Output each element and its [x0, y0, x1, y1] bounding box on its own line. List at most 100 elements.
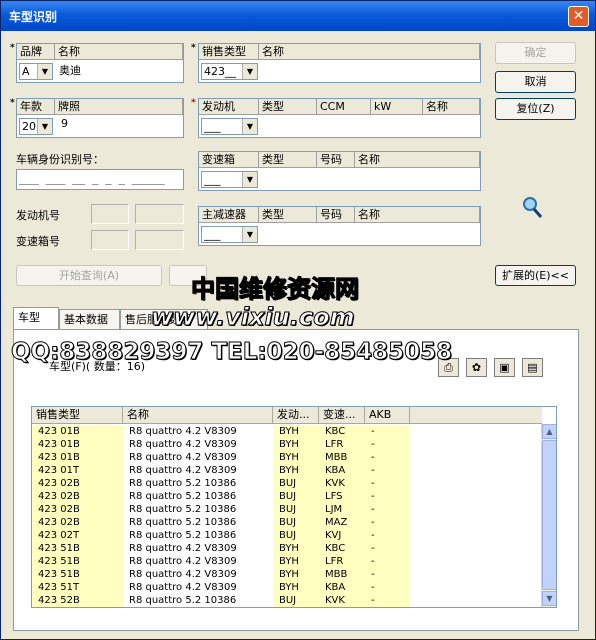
table-cell: MBB — [319, 568, 365, 581]
table-cell: BUJ — [273, 594, 319, 607]
title-bar[interactable]: 车型识别 ✕ — [1, 1, 595, 31]
table-cell: - — [365, 477, 410, 490]
table-row[interactable]: 423 52B R8 quattro 5.2 10386 BUJ KVK - — [32, 594, 542, 607]
table-cell: 423 51T — [32, 581, 123, 594]
column-header-name[interactable]: 名称 — [123, 407, 273, 424]
vin-input[interactable]: ___ ___ __ _ _ _ _____ — [16, 169, 184, 190]
table-row[interactable]: 423 51B R8 quattro 4.2 V8309 BYH KBC - — [32, 542, 542, 555]
table-cell: - — [365, 516, 410, 529]
export-icon[interactable]: ▣ — [494, 358, 515, 377]
scroll-up-icon[interactable]: ▲ — [542, 424, 556, 439]
engine-type-col-header: 类型 — [259, 99, 317, 115]
cancel-button[interactable]: 取消 — [495, 71, 576, 93]
confirm-button[interactable]: 确定 — [495, 42, 576, 64]
table-cell: - — [365, 594, 410, 607]
final-drive-col-header: 主减速器 — [199, 207, 259, 223]
table-cell: 423 51B — [32, 542, 123, 555]
brand-select[interactable]: A ▼ — [19, 63, 53, 80]
table-row[interactable]: 423 01B R8 quattro 4.2 V8309 BYH MBB - — [32, 451, 542, 464]
final-drive-select[interactable]: ___ ▼ — [201, 226, 258, 243]
table-row[interactable]: 423 02B R8 quattro 5.2 10386 BUJ LFS - — [32, 490, 542, 503]
column-header-gearbox[interactable]: 变速... — [319, 407, 365, 424]
table-row[interactable]: 423 02T R8 quattro 5.2 10386 BUJ KVJ - — [32, 529, 542, 542]
chevron-down-icon[interactable]: ▼ — [242, 64, 257, 79]
plate-value[interactable]: 9 — [61, 117, 68, 130]
tab-vehicle[interactable]: 车型 — [13, 307, 59, 329]
watermark-line-1: 中国维修资源网 — [191, 275, 360, 304]
table-cell: R8 quattro 5.2 10386 — [129, 491, 237, 502]
table-cell: R8 quattro 4.2 V8309 — [129, 439, 237, 450]
final-drive-number-col-header: 号码 — [317, 207, 355, 223]
vehicle-identification-dialog: 车型识别 ✕ * 品牌 名称 A ▼ 奥迪 * 销售类型 名称 423__ ▼ … — [0, 0, 596, 640]
table-cell: R8 quattro 5.2 10386 — [129, 504, 237, 515]
table-cell: R8 quattro 4.2 V8309 — [129, 452, 237, 463]
gearbox-type-col-header: 类型 — [259, 152, 317, 168]
chevron-down-icon[interactable]: ▼ — [37, 64, 52, 79]
table-row[interactable]: 423 01T R8 quattro 4.2 V8309 BYH KBA - — [32, 464, 542, 477]
table-cell: 423 02B — [32, 503, 123, 516]
table-row[interactable]: 423 51T R8 quattro 4.2 V8309 BYH KBA - — [32, 581, 542, 594]
table-cell: 423 02B — [32, 477, 123, 490]
start-query-button[interactable]: 开始查询(A) — [16, 265, 162, 286]
table-cell: - — [365, 529, 410, 542]
column-header-akb[interactable]: AKB — [365, 407, 410, 424]
table-cell: R8 quattro 4.2 V8309 — [129, 556, 237, 567]
search-icon[interactable] — [521, 195, 545, 221]
engine-select[interactable]: ___ ▼ — [201, 118, 258, 135]
column-header-engine[interactable]: 发动... — [273, 407, 319, 424]
table-cell: 423 01T — [32, 464, 123, 477]
engine-name-col-header: 名称 — [423, 99, 480, 115]
chevron-down-icon[interactable]: ▼ — [242, 119, 257, 134]
table-cell: BUJ — [273, 516, 319, 529]
brand-name-value: 奥迪 — [59, 64, 81, 77]
gearbox-col-header: 变速箱 — [199, 152, 259, 168]
table-cell: BUJ — [273, 529, 319, 542]
table-row[interactable]: 423 51B R8 quattro 4.2 V8309 BYH LFR - — [32, 555, 542, 568]
table-cell: BYH — [273, 464, 319, 477]
table-row[interactable]: 423 01B R8 quattro 4.2 V8309 BYH LFR - — [32, 438, 542, 451]
tab-basic-data[interactable]: 基本数据 — [59, 309, 120, 329]
gearbox-number-field[interactable] — [91, 230, 129, 250]
scroll-thumb[interactable] — [542, 440, 556, 590]
sales-type-select[interactable]: 423__ ▼ — [201, 63, 258, 80]
save-icon[interactable]: ▤ — [522, 358, 543, 377]
table-cell: R8 quattro 5.2 10386 — [129, 530, 237, 541]
vertical-scrollbar[interactable]: ▲ ▼ — [541, 424, 556, 607]
reset-button[interactable]: 复位(Z) — [495, 98, 576, 120]
engine-number-field[interactable] — [91, 204, 129, 224]
table-cell: BYH — [273, 451, 319, 464]
required-marker: * — [191, 98, 196, 108]
table-cell: R8 quattro 5.2 10386 — [129, 478, 237, 489]
year-select[interactable]: 20 ▼ — [19, 118, 53, 135]
table-cell: BYH — [273, 425, 319, 438]
filter-icon[interactable]: ✿ — [466, 358, 487, 377]
column-header-sales-type[interactable]: 销售类型 — [32, 407, 123, 424]
table-cell: KBC — [319, 542, 365, 555]
table-cell: 423 02B — [32, 516, 123, 529]
table-row[interactable]: 423 51B R8 quattro 4.2 V8309 BYH MBB - — [32, 568, 542, 581]
chevron-down-icon[interactable]: ▼ — [242, 172, 257, 187]
table-cell: - — [365, 464, 410, 477]
expand-button[interactable]: 扩展的(E)<< — [495, 265, 576, 286]
brand-group: 品牌 名称 A ▼ 奥迪 — [16, 43, 184, 83]
table-cell: - — [365, 503, 410, 516]
table-row[interactable]: 423 02B R8 quattro 5.2 10386 BUJ KVK - — [32, 477, 542, 490]
table-row[interactable]: 423 02B R8 quattro 5.2 10386 BUJ MAZ - — [32, 516, 542, 529]
gearbox-number-col-header: 号码 — [317, 152, 355, 168]
table-row[interactable]: 423 02B R8 quattro 5.2 10386 BUJ LJM - — [32, 503, 542, 516]
engine-col-header: 发动机 — [199, 99, 259, 115]
table-cell: - — [365, 581, 410, 594]
table-cell: BUJ — [273, 477, 319, 490]
table-row[interactable]: 423 01B R8 quattro 4.2 V8309 BYH KBC - — [32, 425, 542, 438]
gearbox-number-field[interactable] — [135, 230, 184, 250]
gearbox-select[interactable]: ___ ▼ — [201, 171, 258, 188]
table-cell: R8 quattro 5.2 10386 — [129, 595, 237, 606]
table-cell: - — [365, 555, 410, 568]
close-button[interactable]: ✕ — [568, 6, 589, 27]
table-cell: MBB — [319, 451, 365, 464]
table-cell: KVK — [319, 477, 365, 490]
engine-number-field[interactable] — [135, 204, 184, 224]
chevron-down-icon[interactable]: ▼ — [37, 119, 52, 134]
scroll-down-icon[interactable]: ▼ — [542, 591, 556, 606]
chevron-down-icon[interactable]: ▼ — [242, 227, 257, 242]
